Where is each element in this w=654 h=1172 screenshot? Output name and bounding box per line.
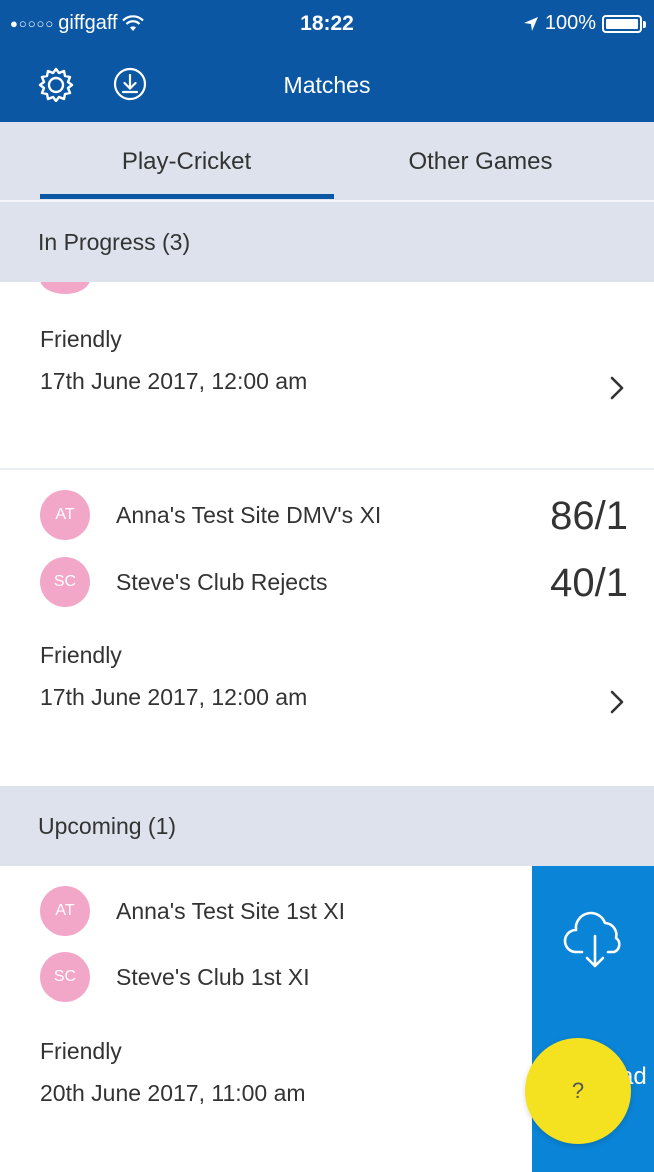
page-title: Matches <box>283 72 371 98</box>
team-name: Anna's Test Site DMV's XI <box>116 501 382 528</box>
match-date: 17th June 2017, 12:00 am <box>40 368 308 394</box>
chevron-right-icon[interactable] <box>606 688 628 716</box>
section-header-in-progress: In Progress (3) <box>0 202 654 282</box>
tab-play-cricket[interactable]: Play-Cricket <box>23 122 350 202</box>
row-divider <box>0 468 654 470</box>
team-score: 86/1 <box>550 494 628 538</box>
match-type: Friendly <box>40 1038 122 1064</box>
location-arrow-icon <box>523 16 538 31</box>
team-name: Anna's Test Site 1st XI <box>116 897 345 924</box>
help-button[interactable]: ? <box>525 1038 631 1144</box>
match-type: Friendly <box>40 326 122 352</box>
active-tab-indicator <box>40 194 334 199</box>
chevron-right-icon[interactable] <box>606 374 628 402</box>
battery-icon <box>602 14 646 33</box>
team-avatar: AT <box>40 886 90 936</box>
match-date: 17th June 2017, 12:00 am <box>40 684 308 710</box>
status-bar: ●○○○○ giffgaff 18:22 100% <box>0 0 654 44</box>
team-row: AT Anna's Test Site 1st XI <box>40 886 345 936</box>
team-row: AT Anna's Test Site DMV's XI <box>40 490 381 540</box>
team-name: Steve's Club 1st XI <box>116 963 310 990</box>
nav-bar: Matches <box>0 44 654 122</box>
tab-other-games[interactable]: Other Games <box>317 122 644 202</box>
status-right-group: 100% <box>523 12 646 35</box>
team-avatar: AT <box>40 490 90 540</box>
team-row: SC Steve's Club 1st XI <box>40 952 310 1002</box>
match-date: 20th June 2017, 11:00 am <box>40 1080 306 1106</box>
team-row: SC Steve's Club Rejects <box>40 557 327 607</box>
team-name: Steve's Club Rejects <box>116 568 328 595</box>
team-avatar: SC <box>40 557 90 607</box>
cloud-download-icon <box>563 911 621 968</box>
team-avatar: SC <box>40 952 90 1002</box>
section-header-upcoming: Upcoming (1) <box>0 786 654 866</box>
match-type: Friendly <box>40 642 122 668</box>
battery-percent: 100% <box>544 12 596 34</box>
team-score: 40/1 <box>550 561 628 605</box>
tab-bar: Play-Cricket Other Games <box>0 122 654 202</box>
